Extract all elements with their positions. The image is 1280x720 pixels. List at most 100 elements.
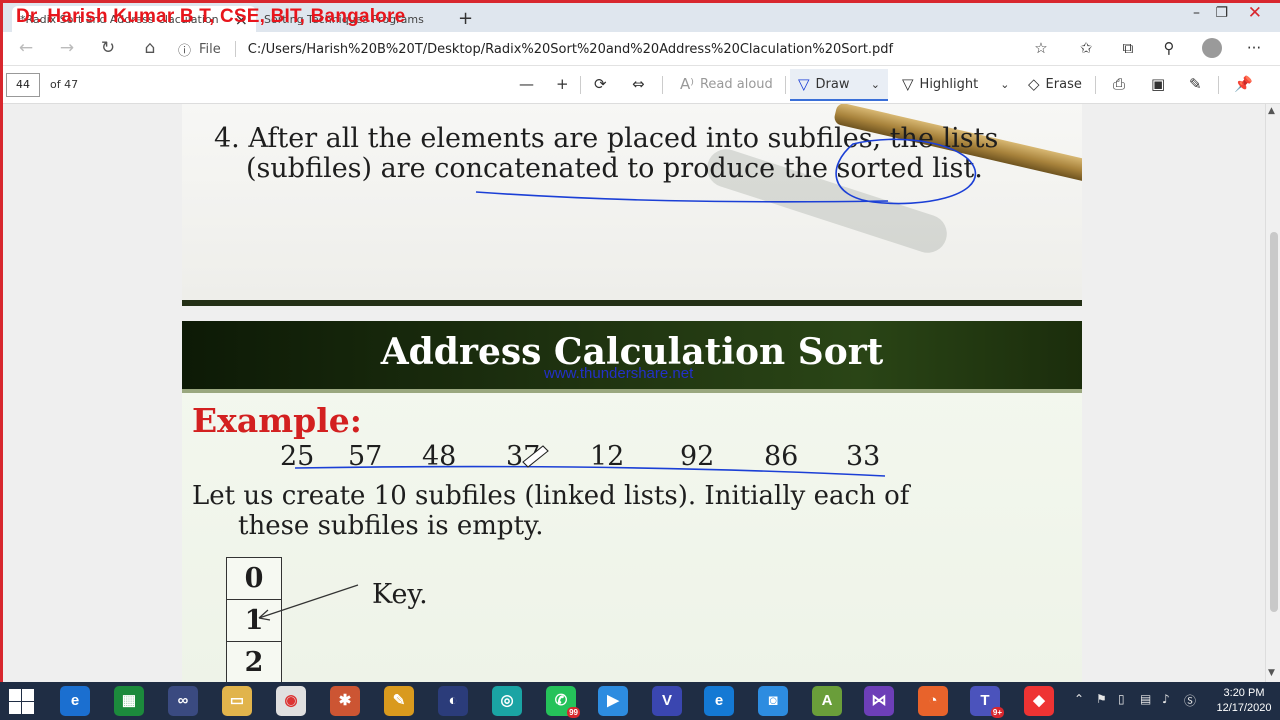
- scroll-down-icon[interactable]: ▼: [1268, 668, 1275, 678]
- erase-button[interactable]: ◇ Erase: [1028, 75, 1082, 93]
- pin-icon[interactable]: 📌: [1234, 75, 1253, 93]
- info-icon[interactable]: ⓘ: [178, 40, 191, 59]
- toolbar-separator: [785, 76, 786, 94]
- number-item: 57: [348, 441, 383, 472]
- tray-flag-icon[interactable]: ⚑: [1096, 692, 1107, 706]
- collections-icon[interactable]: ⧉: [1118, 39, 1138, 57]
- number-item: 37: [506, 441, 541, 472]
- chevron-down-icon[interactable]: ⌄: [1000, 78, 1009, 91]
- tray-volume-icon[interactable]: ♪: [1162, 692, 1170, 706]
- store-icon[interactable]: ▦: [114, 686, 144, 716]
- url-separator: [234, 41, 236, 57]
- teams-icon[interactable]: T 9+: [970, 686, 1004, 718]
- bucket-cell: 1: [226, 599, 282, 641]
- clock-time: 3:20 PM: [1223, 687, 1265, 699]
- chrome-icon[interactable]: ◉: [276, 686, 306, 716]
- android-studio-icon[interactable]: A: [812, 686, 842, 716]
- watermark: www.thundershare.net: [544, 365, 694, 382]
- number-list: 25 57 48 37 12 92 86 33: [270, 441, 890, 477]
- read-aloud-label: Read aloud: [699, 76, 773, 92]
- zoom-camera-icon[interactable]: ▶: [598, 686, 628, 716]
- eclipse-icon[interactable]: ◐: [438, 686, 468, 716]
- toolbar-separator: [662, 76, 663, 94]
- close-window-icon[interactable]: ✕: [1248, 3, 1262, 23]
- save-icon[interactable]: ▣: [1151, 75, 1165, 93]
- chevron-down-icon[interactable]: ⌄: [871, 78, 880, 91]
- draw-button[interactable]: ▽ Draw ⌄: [790, 69, 888, 101]
- recorder-icon[interactable]: ◎: [492, 686, 522, 716]
- read-aloud-icon: A⁾: [680, 75, 694, 93]
- slide-description: Let us create 10 subfiles (linked lists)…: [192, 481, 909, 541]
- fit-page-icon[interactable]: ⇔: [632, 75, 645, 93]
- desc-line-2: these subfiles is empty.: [238, 511, 544, 541]
- tray-skype-icon[interactable]: Ⓢ: [1184, 692, 1196, 709]
- new-tab-icon[interactable]: +: [458, 8, 473, 29]
- visio-app-icon[interactable]: V: [652, 686, 682, 716]
- system-clock[interactable]: 3:20 PM 12/17/2020: [1212, 686, 1276, 716]
- point-line-1: 4. After all the elements are placed int…: [214, 123, 999, 154]
- edge-icon[interactable]: e: [704, 686, 734, 716]
- slide-page-43: 4. After all the elements are placed int…: [182, 104, 1082, 306]
- firefox-icon[interactable]: ◔: [918, 686, 948, 716]
- pdf-viewer[interactable]: 4. After all the elements are placed int…: [3, 104, 1265, 682]
- minimize-icon[interactable]: –: [1193, 5, 1200, 21]
- toolbar-separator: [1095, 76, 1096, 94]
- desc-line-1: Let us create 10 subfiles (linked lists)…: [192, 481, 910, 511]
- file-explorer-icon[interactable]: ▭: [222, 686, 252, 716]
- forward-icon[interactable]: →: [56, 38, 78, 58]
- zoom-in-icon[interactable]: +: [556, 75, 569, 93]
- tray-device-icon[interactable]: ▯: [1118, 692, 1125, 706]
- example-label: Example:: [192, 401, 362, 440]
- draw-icon: ▽: [798, 75, 810, 93]
- glasses-app-icon[interactable]: ∞: [168, 686, 198, 716]
- start-button[interactable]: [8, 688, 34, 714]
- scheme-label: File: [199, 41, 221, 57]
- pencil-app-icon[interactable]: ✎: [384, 686, 414, 716]
- network-app-icon[interactable]: ✱: [330, 686, 360, 716]
- share-icon[interactable]: ⚲: [1159, 39, 1179, 57]
- clock-date: 12/17/2020: [1216, 702, 1272, 714]
- avatar[interactable]: [1202, 38, 1222, 58]
- scroll-up-icon[interactable]: ▲: [1268, 106, 1275, 116]
- visual-studio-icon[interactable]: ⋈: [864, 686, 894, 716]
- read-aloud-button[interactable]: A⁾ Read aloud: [680, 75, 773, 93]
- url-text[interactable]: C:/Users/Harish%20B%20T/Desktop/Radix%20…: [248, 42, 893, 57]
- zoom-icon[interactable]: ◙: [758, 686, 788, 716]
- maximize-icon[interactable]: ❐: [1215, 5, 1228, 21]
- star-icon[interactable]: ☆: [1031, 39, 1051, 57]
- save-as-icon[interactable]: ✎: [1189, 75, 1202, 93]
- internet-explorer-icon[interactable]: e: [60, 686, 90, 716]
- pdf-toolbar: 44 of 47 — + ⟳ ⇔ A⁾ Read aloud ▽ Draw ⌄ …: [0, 66, 1280, 104]
- number-item: 92: [680, 441, 715, 472]
- point-line-2: (subfiles) are concatenated to produce t…: [246, 153, 983, 184]
- back-icon[interactable]: ←: [15, 38, 37, 58]
- bucket-cell: 0: [226, 557, 282, 599]
- zoom-out-icon[interactable]: —: [519, 75, 534, 93]
- rotate-icon[interactable]: ⟳: [594, 75, 607, 93]
- whatsapp-icon[interactable]: ✆ 99: [546, 686, 580, 718]
- highlight-icon: ▽: [902, 75, 914, 93]
- whatsapp-badge: 99: [567, 707, 580, 718]
- erase-label: Erase: [1045, 76, 1082, 92]
- draw-label: Draw: [815, 76, 850, 92]
- number-item: 86: [764, 441, 799, 472]
- number-item: 33: [846, 441, 881, 472]
- page-number-input[interactable]: 44: [6, 73, 40, 97]
- tray-chevron-icon[interactable]: ⌃: [1074, 692, 1084, 706]
- window-edge: [0, 0, 3, 682]
- scrollbar-thumb[interactable]: [1270, 232, 1278, 612]
- home-icon[interactable]: ⌂: [139, 38, 161, 58]
- anydesk-icon[interactable]: ◆: [1024, 686, 1054, 716]
- print-icon[interactable]: ⎙: [1113, 75, 1125, 93]
- url-field[interactable]: ⓘ File C:/Users/Harish%20B%20T/Desktop/R…: [178, 36, 1058, 62]
- favorites-icon[interactable]: ✩: [1076, 39, 1096, 57]
- page-total: of 47: [50, 78, 79, 91]
- more-icon[interactable]: ···: [1244, 39, 1264, 57]
- number-item: 12: [590, 441, 625, 472]
- tray-network-icon[interactable]: ▤: [1140, 692, 1151, 706]
- refresh-icon[interactable]: ↻: [97, 38, 119, 58]
- key-label: Key.: [372, 579, 428, 610]
- toolbar-separator: [580, 76, 581, 94]
- highlight-button[interactable]: ▽ Highlight ⌄: [902, 75, 1009, 93]
- toolbar-separator: [1218, 76, 1219, 94]
